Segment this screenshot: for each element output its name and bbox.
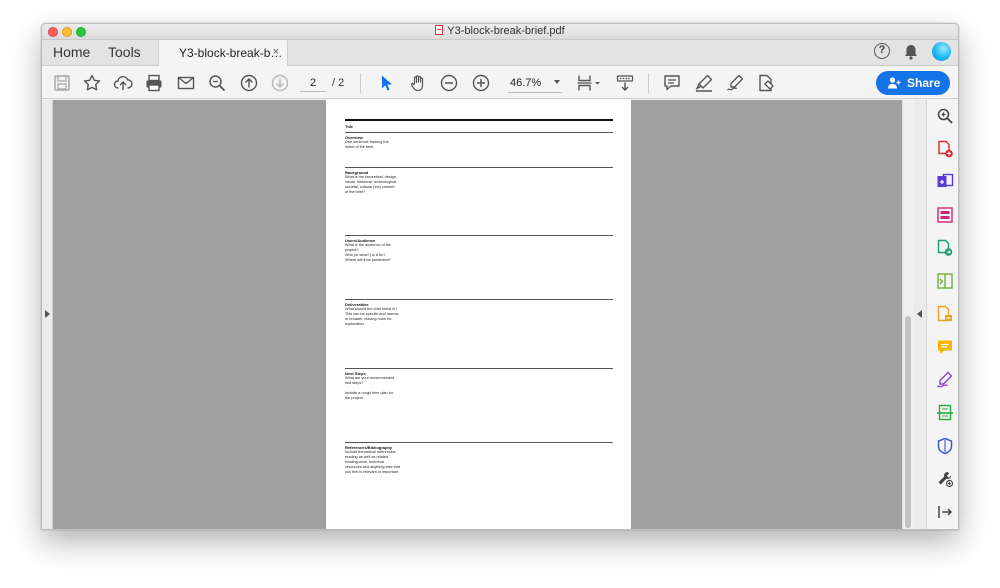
scrollbar-thumb[interactable] (905, 316, 911, 528)
tab-document[interactable]: Y3-block-break-b… × (158, 40, 288, 67)
bookmark-star-icon[interactable] (82, 73, 102, 93)
share-button[interactable]: Share (876, 71, 950, 95)
section-background: Background What is the theoretical, desi… (345, 167, 613, 195)
comment-icon[interactable] (662, 73, 682, 93)
highlight-pen-icon[interactable] (694, 73, 714, 93)
section-body: Include theoretical references/ reading … (345, 450, 400, 474)
tab-bar: Home Tools Y3-block-break-b… × ? (42, 40, 958, 67)
scroll-mode-icon[interactable] (615, 73, 635, 93)
doc-title: Title (345, 124, 354, 129)
protect-shield-icon[interactable] (936, 437, 954, 455)
more-tools-wrench-icon[interactable] (936, 470, 954, 488)
email-icon[interactable] (176, 73, 196, 93)
section-references: References/Bibliography Include theoreti… (345, 442, 613, 475)
section-overview: Overview One sentence framing the intent… (345, 132, 613, 150)
toolbar-divider (360, 73, 361, 93)
page-number-input[interactable] (300, 75, 326, 92)
next-page-icon[interactable] (270, 73, 290, 93)
app-window: Y3-block-break-brief.pdf Home Tools Y3-b… (41, 23, 959, 530)
zoom-level-select[interactable]: 46.7% (508, 75, 562, 93)
page-total-label: / 2 (332, 77, 345, 89)
section-body: What should the brief result in? This ca… (345, 307, 400, 326)
create-pdf-icon[interactable] (936, 140, 954, 158)
chevron-down-icon (554, 80, 560, 84)
organize-pages-icon[interactable] (936, 206, 954, 224)
export-pdf-icon[interactable] (936, 239, 954, 257)
pdf-page: Title Overview One sentence framing the … (326, 100, 631, 529)
edit-pdf-icon[interactable] (936, 305, 954, 323)
expand-left-arrow-icon (45, 310, 50, 318)
save-icon[interactable] (52, 73, 72, 93)
title-rule (345, 119, 613, 121)
pdf-file-icon (435, 25, 444, 35)
collapse-right-arrow-icon (917, 310, 922, 318)
add-person-icon (888, 77, 901, 89)
left-panel-toggle[interactable] (42, 100, 53, 529)
fill-sign-icon[interactable] (756, 73, 776, 93)
user-avatar[interactable] (932, 42, 951, 61)
upload-cloud-icon[interactable] (113, 73, 133, 93)
compare-files-icon[interactable] (936, 272, 954, 290)
hand-pan-icon[interactable] (408, 73, 428, 93)
fill-and-sign-icon[interactable] (936, 371, 954, 389)
previous-page-icon[interactable] (239, 73, 259, 93)
draw-sign-icon[interactable] (725, 73, 745, 93)
window-title-text: Y3-block-break-brief.pdf (447, 25, 565, 37)
tools-panel (926, 100, 958, 529)
scan-ocr-icon[interactable] (936, 404, 954, 422)
comment-tool-icon[interactable] (936, 338, 954, 356)
section-users-audience: Users/Audience What is the audience of t… (345, 235, 613, 263)
enhance-scan-zoom-icon[interactable] (936, 107, 954, 125)
section-deliverables: Deliverables What should the brief resul… (345, 299, 613, 327)
select-cursor-icon[interactable] (376, 73, 396, 93)
tab-document-label: Y3-block-break-b… (179, 46, 283, 60)
toolbar-divider (648, 73, 649, 93)
print-icon[interactable] (144, 73, 164, 93)
section-body: What are your recommended first steps? I… (345, 376, 395, 400)
search-text-icon[interactable] (207, 73, 227, 93)
combine-files-icon[interactable] (936, 173, 954, 191)
title-bar: Y3-block-break-brief.pdf (42, 24, 958, 40)
window-title: Y3-block-break-brief.pdf (42, 25, 958, 37)
close-tab-icon[interactable]: × (273, 46, 279, 58)
document-viewer[interactable]: Title Overview One sentence framing the … (42, 100, 926, 529)
zoom-level-value: 46.7% (510, 77, 542, 89)
toolbar: / 2 46.7% (42, 66, 958, 99)
tab-home[interactable]: Home (53, 44, 90, 60)
section-body: One sentence framing the intent of the b… (345, 140, 389, 149)
page-layout-icon[interactable] (576, 73, 602, 93)
right-panel-toggle[interactable] (914, 100, 926, 529)
collapse-panel-icon[interactable] (936, 503, 954, 521)
zoom-in-icon[interactable] (471, 73, 491, 93)
vertical-scrollbar[interactable] (902, 100, 914, 529)
section-body: What is the audience of the project? Who… (345, 243, 392, 262)
help-icon[interactable]: ? (874, 43, 890, 59)
share-button-label: Share (907, 76, 941, 90)
notification-bell-icon[interactable] (902, 43, 920, 61)
section-next-steps: Next Steps What are your recommended fir… (345, 368, 613, 401)
tab-tools[interactable]: Tools (108, 44, 141, 60)
zoom-out-icon[interactable] (439, 73, 459, 93)
section-body: What is the theoretical, design, visual,… (345, 175, 398, 194)
